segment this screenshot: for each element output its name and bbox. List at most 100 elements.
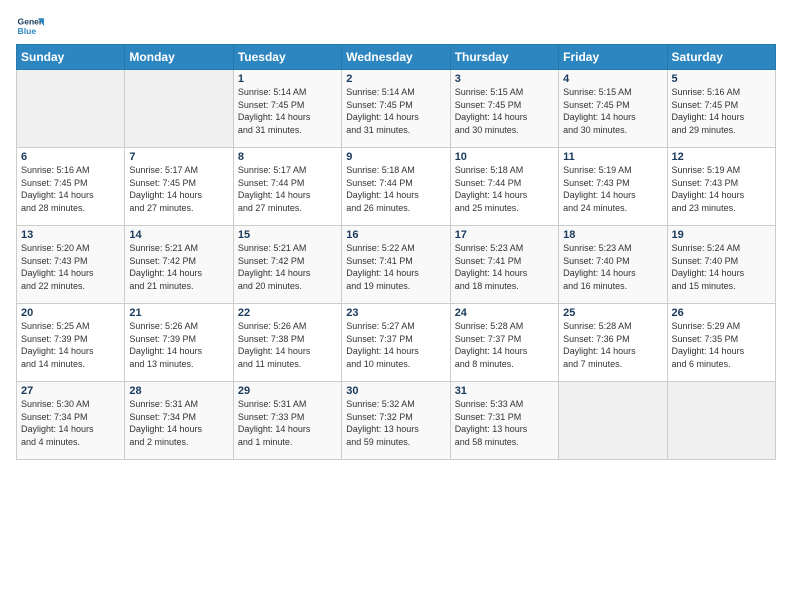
page-container: General Blue SundayMondayTuesdayWednesda…	[0, 0, 792, 468]
day-number: 17	[455, 229, 554, 241]
day-number: 8	[238, 151, 337, 163]
calendar-cell: 20Sunrise: 5:25 AM Sunset: 7:39 PM Dayli…	[17, 304, 125, 382]
day-info: Sunrise: 5:30 AM Sunset: 7:34 PM Dayligh…	[21, 398, 120, 448]
day-info: Sunrise: 5:19 AM Sunset: 7:43 PM Dayligh…	[672, 164, 771, 214]
calendar-cell: 30Sunrise: 5:32 AM Sunset: 7:32 PM Dayli…	[342, 382, 450, 460]
calendar-cell: 17Sunrise: 5:23 AM Sunset: 7:41 PM Dayli…	[450, 226, 558, 304]
calendar-cell: 28Sunrise: 5:31 AM Sunset: 7:34 PM Dayli…	[125, 382, 233, 460]
day-number: 2	[346, 73, 445, 85]
calendar-cell: 12Sunrise: 5:19 AM Sunset: 7:43 PM Dayli…	[667, 148, 775, 226]
calendar-cell: 21Sunrise: 5:26 AM Sunset: 7:39 PM Dayli…	[125, 304, 233, 382]
calendar-cell: 5Sunrise: 5:16 AM Sunset: 7:45 PM Daylig…	[667, 70, 775, 148]
day-number: 11	[563, 151, 662, 163]
logo-icon: General Blue	[16, 12, 44, 40]
day-number: 15	[238, 229, 337, 241]
day-number: 3	[455, 73, 554, 85]
header-tuesday: Tuesday	[233, 45, 341, 70]
calendar-cell: 14Sunrise: 5:21 AM Sunset: 7:42 PM Dayli…	[125, 226, 233, 304]
calendar-cell: 6Sunrise: 5:16 AM Sunset: 7:45 PM Daylig…	[17, 148, 125, 226]
calendar-cell: 13Sunrise: 5:20 AM Sunset: 7:43 PM Dayli…	[17, 226, 125, 304]
calendar-cell: 26Sunrise: 5:29 AM Sunset: 7:35 PM Dayli…	[667, 304, 775, 382]
day-number: 9	[346, 151, 445, 163]
header-friday: Friday	[559, 45, 667, 70]
week-row-5: 27Sunrise: 5:30 AM Sunset: 7:34 PM Dayli…	[17, 382, 776, 460]
header: General Blue	[16, 12, 776, 40]
calendar-table: SundayMondayTuesdayWednesdayThursdayFrid…	[16, 44, 776, 460]
svg-text:General: General	[18, 16, 44, 26]
day-number: 13	[21, 229, 120, 241]
day-info: Sunrise: 5:24 AM Sunset: 7:40 PM Dayligh…	[672, 242, 771, 292]
calendar-cell: 2Sunrise: 5:14 AM Sunset: 7:45 PM Daylig…	[342, 70, 450, 148]
day-number: 14	[129, 229, 228, 241]
day-info: Sunrise: 5:19 AM Sunset: 7:43 PM Dayligh…	[563, 164, 662, 214]
day-number: 26	[672, 307, 771, 319]
calendar-cell: 16Sunrise: 5:22 AM Sunset: 7:41 PM Dayli…	[342, 226, 450, 304]
day-info: Sunrise: 5:17 AM Sunset: 7:45 PM Dayligh…	[129, 164, 228, 214]
week-row-1: 1Sunrise: 5:14 AM Sunset: 7:45 PM Daylig…	[17, 70, 776, 148]
day-number: 21	[129, 307, 228, 319]
day-info: Sunrise: 5:23 AM Sunset: 7:40 PM Dayligh…	[563, 242, 662, 292]
calendar-cell: 25Sunrise: 5:28 AM Sunset: 7:36 PM Dayli…	[559, 304, 667, 382]
day-number: 24	[455, 307, 554, 319]
calendar-cell: 11Sunrise: 5:19 AM Sunset: 7:43 PM Dayli…	[559, 148, 667, 226]
day-info: Sunrise: 5:18 AM Sunset: 7:44 PM Dayligh…	[455, 164, 554, 214]
calendar-cell: 8Sunrise: 5:17 AM Sunset: 7:44 PM Daylig…	[233, 148, 341, 226]
week-row-4: 20Sunrise: 5:25 AM Sunset: 7:39 PM Dayli…	[17, 304, 776, 382]
day-info: Sunrise: 5:15 AM Sunset: 7:45 PM Dayligh…	[563, 86, 662, 136]
day-info: Sunrise: 5:14 AM Sunset: 7:45 PM Dayligh…	[346, 86, 445, 136]
day-number: 7	[129, 151, 228, 163]
calendar-cell: 1Sunrise: 5:14 AM Sunset: 7:45 PM Daylig…	[233, 70, 341, 148]
day-info: Sunrise: 5:17 AM Sunset: 7:44 PM Dayligh…	[238, 164, 337, 214]
header-wednesday: Wednesday	[342, 45, 450, 70]
day-number: 30	[346, 385, 445, 397]
calendar-cell	[667, 382, 775, 460]
calendar-cell: 23Sunrise: 5:27 AM Sunset: 7:37 PM Dayli…	[342, 304, 450, 382]
day-number: 25	[563, 307, 662, 319]
day-number: 4	[563, 73, 662, 85]
day-number: 18	[563, 229, 662, 241]
day-number: 12	[672, 151, 771, 163]
day-info: Sunrise: 5:28 AM Sunset: 7:37 PM Dayligh…	[455, 320, 554, 370]
day-number: 28	[129, 385, 228, 397]
header-monday: Monday	[125, 45, 233, 70]
svg-text:Blue: Blue	[18, 26, 37, 36]
day-info: Sunrise: 5:26 AM Sunset: 7:38 PM Dayligh…	[238, 320, 337, 370]
logo: General Blue	[16, 12, 44, 40]
day-number: 6	[21, 151, 120, 163]
calendar-cell: 9Sunrise: 5:18 AM Sunset: 7:44 PM Daylig…	[342, 148, 450, 226]
header-sunday: Sunday	[17, 45, 125, 70]
calendar-cell: 19Sunrise: 5:24 AM Sunset: 7:40 PM Dayli…	[667, 226, 775, 304]
day-info: Sunrise: 5:16 AM Sunset: 7:45 PM Dayligh…	[672, 86, 771, 136]
day-number: 10	[455, 151, 554, 163]
day-info: Sunrise: 5:16 AM Sunset: 7:45 PM Dayligh…	[21, 164, 120, 214]
day-info: Sunrise: 5:27 AM Sunset: 7:37 PM Dayligh…	[346, 320, 445, 370]
day-number: 20	[21, 307, 120, 319]
day-info: Sunrise: 5:26 AM Sunset: 7:39 PM Dayligh…	[129, 320, 228, 370]
calendar-cell: 4Sunrise: 5:15 AM Sunset: 7:45 PM Daylig…	[559, 70, 667, 148]
calendar-cell: 7Sunrise: 5:17 AM Sunset: 7:45 PM Daylig…	[125, 148, 233, 226]
day-info: Sunrise: 5:31 AM Sunset: 7:33 PM Dayligh…	[238, 398, 337, 448]
calendar-cell	[125, 70, 233, 148]
calendar-header-row: SundayMondayTuesdayWednesdayThursdayFrid…	[17, 45, 776, 70]
day-number: 27	[21, 385, 120, 397]
day-info: Sunrise: 5:15 AM Sunset: 7:45 PM Dayligh…	[455, 86, 554, 136]
day-number: 5	[672, 73, 771, 85]
day-info: Sunrise: 5:14 AM Sunset: 7:45 PM Dayligh…	[238, 86, 337, 136]
calendar-cell: 29Sunrise: 5:31 AM Sunset: 7:33 PM Dayli…	[233, 382, 341, 460]
calendar-cell: 18Sunrise: 5:23 AM Sunset: 7:40 PM Dayli…	[559, 226, 667, 304]
day-info: Sunrise: 5:18 AM Sunset: 7:44 PM Dayligh…	[346, 164, 445, 214]
calendar-cell: 22Sunrise: 5:26 AM Sunset: 7:38 PM Dayli…	[233, 304, 341, 382]
header-saturday: Saturday	[667, 45, 775, 70]
week-row-2: 6Sunrise: 5:16 AM Sunset: 7:45 PM Daylig…	[17, 148, 776, 226]
calendar-cell: 10Sunrise: 5:18 AM Sunset: 7:44 PM Dayli…	[450, 148, 558, 226]
calendar-cell: 27Sunrise: 5:30 AM Sunset: 7:34 PM Dayli…	[17, 382, 125, 460]
day-info: Sunrise: 5:33 AM Sunset: 7:31 PM Dayligh…	[455, 398, 554, 448]
day-number: 29	[238, 385, 337, 397]
day-info: Sunrise: 5:25 AM Sunset: 7:39 PM Dayligh…	[21, 320, 120, 370]
calendar-cell: 24Sunrise: 5:28 AM Sunset: 7:37 PM Dayli…	[450, 304, 558, 382]
day-info: Sunrise: 5:23 AM Sunset: 7:41 PM Dayligh…	[455, 242, 554, 292]
day-number: 23	[346, 307, 445, 319]
day-info: Sunrise: 5:20 AM Sunset: 7:43 PM Dayligh…	[21, 242, 120, 292]
day-number: 31	[455, 385, 554, 397]
week-row-3: 13Sunrise: 5:20 AM Sunset: 7:43 PM Dayli…	[17, 226, 776, 304]
